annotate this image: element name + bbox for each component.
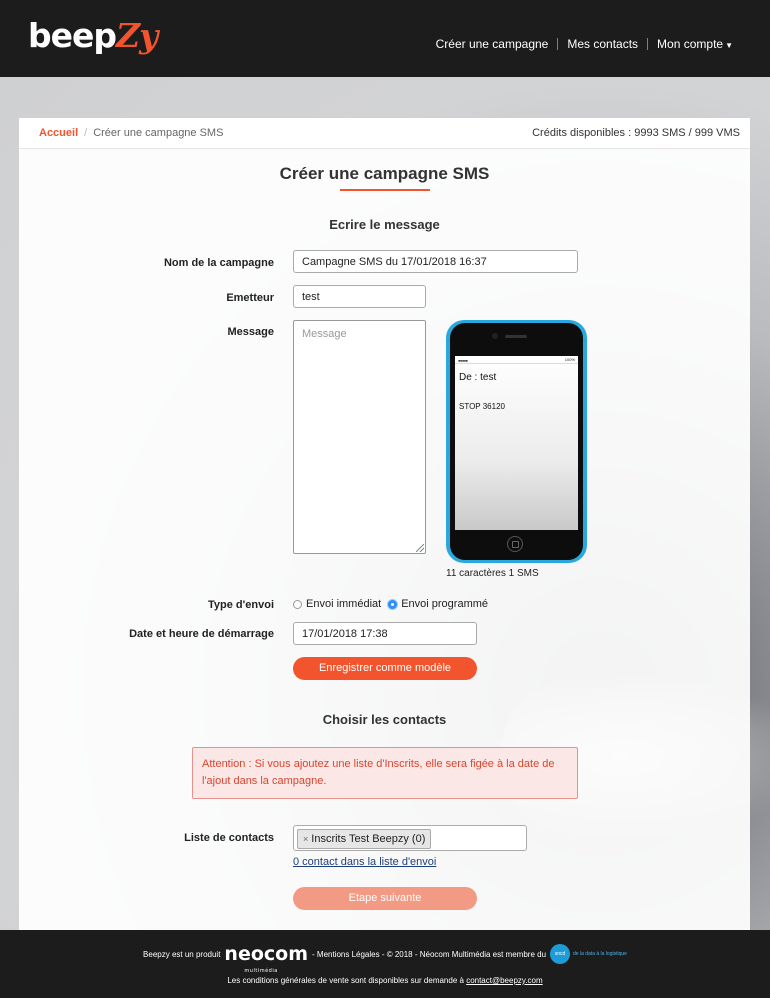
credits-available: Crédits disponibles : 9993 SMS / 999 VMS [532, 127, 740, 139]
next-step-button[interactable]: Etape suivante [293, 887, 477, 910]
campaign-name-input[interactable]: Campagne SMS du 17/01/2018 16:37 [293, 250, 578, 273]
start-datetime-input[interactable]: 17/01/2018 17:38 [293, 622, 477, 645]
breadcrumb-separator: / [84, 127, 88, 139]
main-card: Accueil / Créer une campagne SMS Crédits d… [19, 118, 750, 930]
breadcrumb-current: Créer une campagne SMS [93, 127, 224, 139]
contact-list-tag-label: Inscrits Test Beepzy (0) [311, 833, 426, 845]
footer-line-2: Les conditions générales de vente sont d… [0, 976, 770, 985]
neocom-logo[interactable]: neocom multimédia [224, 944, 308, 974]
radio-scheduled-label[interactable]: Envoi programmé [401, 598, 488, 610]
breadcrumb-home-link[interactable]: Accueil [39, 127, 78, 139]
remove-tag-icon[interactable]: × [303, 830, 308, 848]
sncd-mark: sncd [550, 944, 571, 964]
contact-list-label: Liste de contacts [184, 832, 274, 844]
beepzy-logo[interactable]: beepZy [28, 14, 158, 58]
sender-label: Emetteur [226, 292, 274, 304]
preview-sender: De : test [459, 372, 497, 383]
send-type-radio-group: Envoi immédiat Envoi programmé [293, 598, 488, 610]
signal-icon: ●●●●● [458, 358, 468, 363]
contact-list-tag: × Inscrits Test Beepzy (0) [297, 829, 432, 849]
contact-count-link[interactable]: 0 contact dans la liste d'envoi [293, 856, 436, 868]
message-textarea[interactable]: Message [293, 320, 426, 554]
campaign-name-label: Nom de la campagne [163, 257, 274, 269]
warning-alert: Attention : Si vous ajoutez une liste d'… [192, 747, 578, 799]
sncd-logo[interactable]: sncd de la data à la logistique [550, 944, 627, 964]
footer: Beepzy est un produit neocom multimédia -… [0, 930, 770, 998]
preview-stop-text: STOP 36120 [459, 402, 505, 411]
chevron-down-icon: ▼ [725, 41, 733, 50]
main-nav: Créer une campagne Mes contacts Mon comp… [427, 37, 742, 51]
top-header: beepZy Créer une campagne Mes contacts M… [0, 0, 770, 77]
phone-status-bar: ●●●●● 100% [455, 356, 578, 364]
section-title-message: Ecrire le message [329, 217, 440, 232]
radio-immediate-label[interactable]: Envoi immédiat [306, 598, 381, 610]
page-title: Créer une campagne SMS [279, 164, 490, 183]
footer-legal-text[interactable]: - Mentions Légales - © 2018 - Néocom Mul… [312, 950, 546, 959]
phone-speaker [505, 335, 527, 338]
radio-immediate[interactable] [293, 599, 302, 609]
contact-list-select[interactable]: × Inscrits Test Beepzy (0) [293, 825, 527, 851]
battery-indicator: 100% [564, 357, 575, 362]
save-as-template-button[interactable]: Enregistrer comme modèle [293, 657, 477, 680]
nav-my-account[interactable]: Mon compte ▼ [648, 37, 742, 51]
message-placeholder: Message [302, 328, 347, 340]
start-datetime-label: Date et heure de démarrage [129, 628, 274, 640]
breadcrumb: Accueil / Créer une campagne SMS [39, 127, 223, 139]
section-title-contacts: Choisir les contacts [322, 712, 447, 727]
sender-input[interactable]: test [293, 285, 426, 308]
footer-conditions-text: Les conditions générales de vente sont d… [227, 976, 464, 985]
resize-handle-icon[interactable] [416, 544, 424, 552]
message-label: Message [227, 326, 274, 338]
radio-scheduled[interactable] [388, 599, 398, 609]
sncd-tagline: de la data à la logistique [573, 951, 627, 957]
footer-line-1: Beepzy est un produit neocom multimédia -… [0, 944, 770, 974]
phone-preview: ●●●●● 100% De : test STOP 36120 [446, 320, 587, 563]
phone-home-button-icon [507, 536, 523, 552]
nav-create-campaign[interactable]: Créer une campagne [427, 37, 558, 51]
breadcrumb-bar: Accueil / Créer une campagne SMS Crédits d… [19, 118, 750, 149]
phone-body: ●●●●● 100% De : test STOP 36120 [450, 323, 583, 560]
phone-camera [492, 333, 498, 339]
nav-my-contacts[interactable]: Mes contacts [558, 37, 647, 51]
phone-screen: ●●●●● 100% De : test STOP 36120 [455, 356, 578, 530]
footer-product-text: Beepzy est un produit [143, 949, 221, 959]
footer-email-link[interactable]: contact@beepzy.com [466, 976, 542, 985]
character-counter: 11 caractères 1 SMS [446, 568, 539, 579]
title-underline [340, 189, 430, 191]
send-type-label: Type d'envoi [208, 599, 274, 611]
